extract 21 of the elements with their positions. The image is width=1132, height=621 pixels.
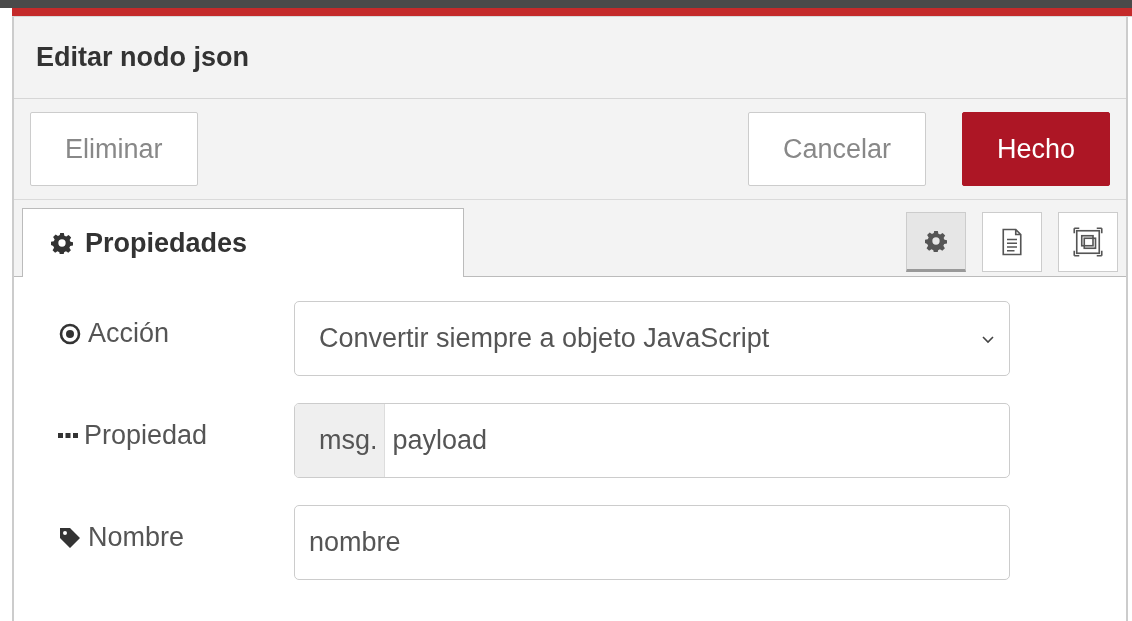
tool-tab[interactable] (906, 212, 966, 272)
settings-icon (925, 230, 947, 252)
done-button[interactable]: Hecho (961, 112, 1110, 186)
frame-icon (1073, 227, 1103, 257)
cancel-button[interactable]: Cancelar (747, 112, 926, 186)
delete-button[interactable]: Eliminar (30, 112, 198, 186)
action-select[interactable]: Convertir siempre a objeto JavaScript (294, 301, 1010, 376)
dots-icon (58, 433, 78, 438)
settings-icon (51, 232, 73, 254)
tool-tab[interactable] (1058, 212, 1118, 272)
tool-tab[interactable] (982, 212, 1042, 272)
target-icon (58, 321, 82, 346)
tab[interactable]: Propiedades (22, 208, 464, 277)
field-label: Propiedad (58, 420, 294, 451)
field-label: Acción (58, 318, 294, 349)
dialog-title: Editar nodo json (36, 42, 249, 73)
field-label: Nombre (58, 522, 294, 553)
property-field[interactable]: msg. payload (294, 403, 1010, 478)
type-prefix[interactable]: msg. (295, 404, 385, 477)
name-field[interactable]: nombre (294, 505, 1010, 580)
tag-icon (58, 525, 82, 550)
